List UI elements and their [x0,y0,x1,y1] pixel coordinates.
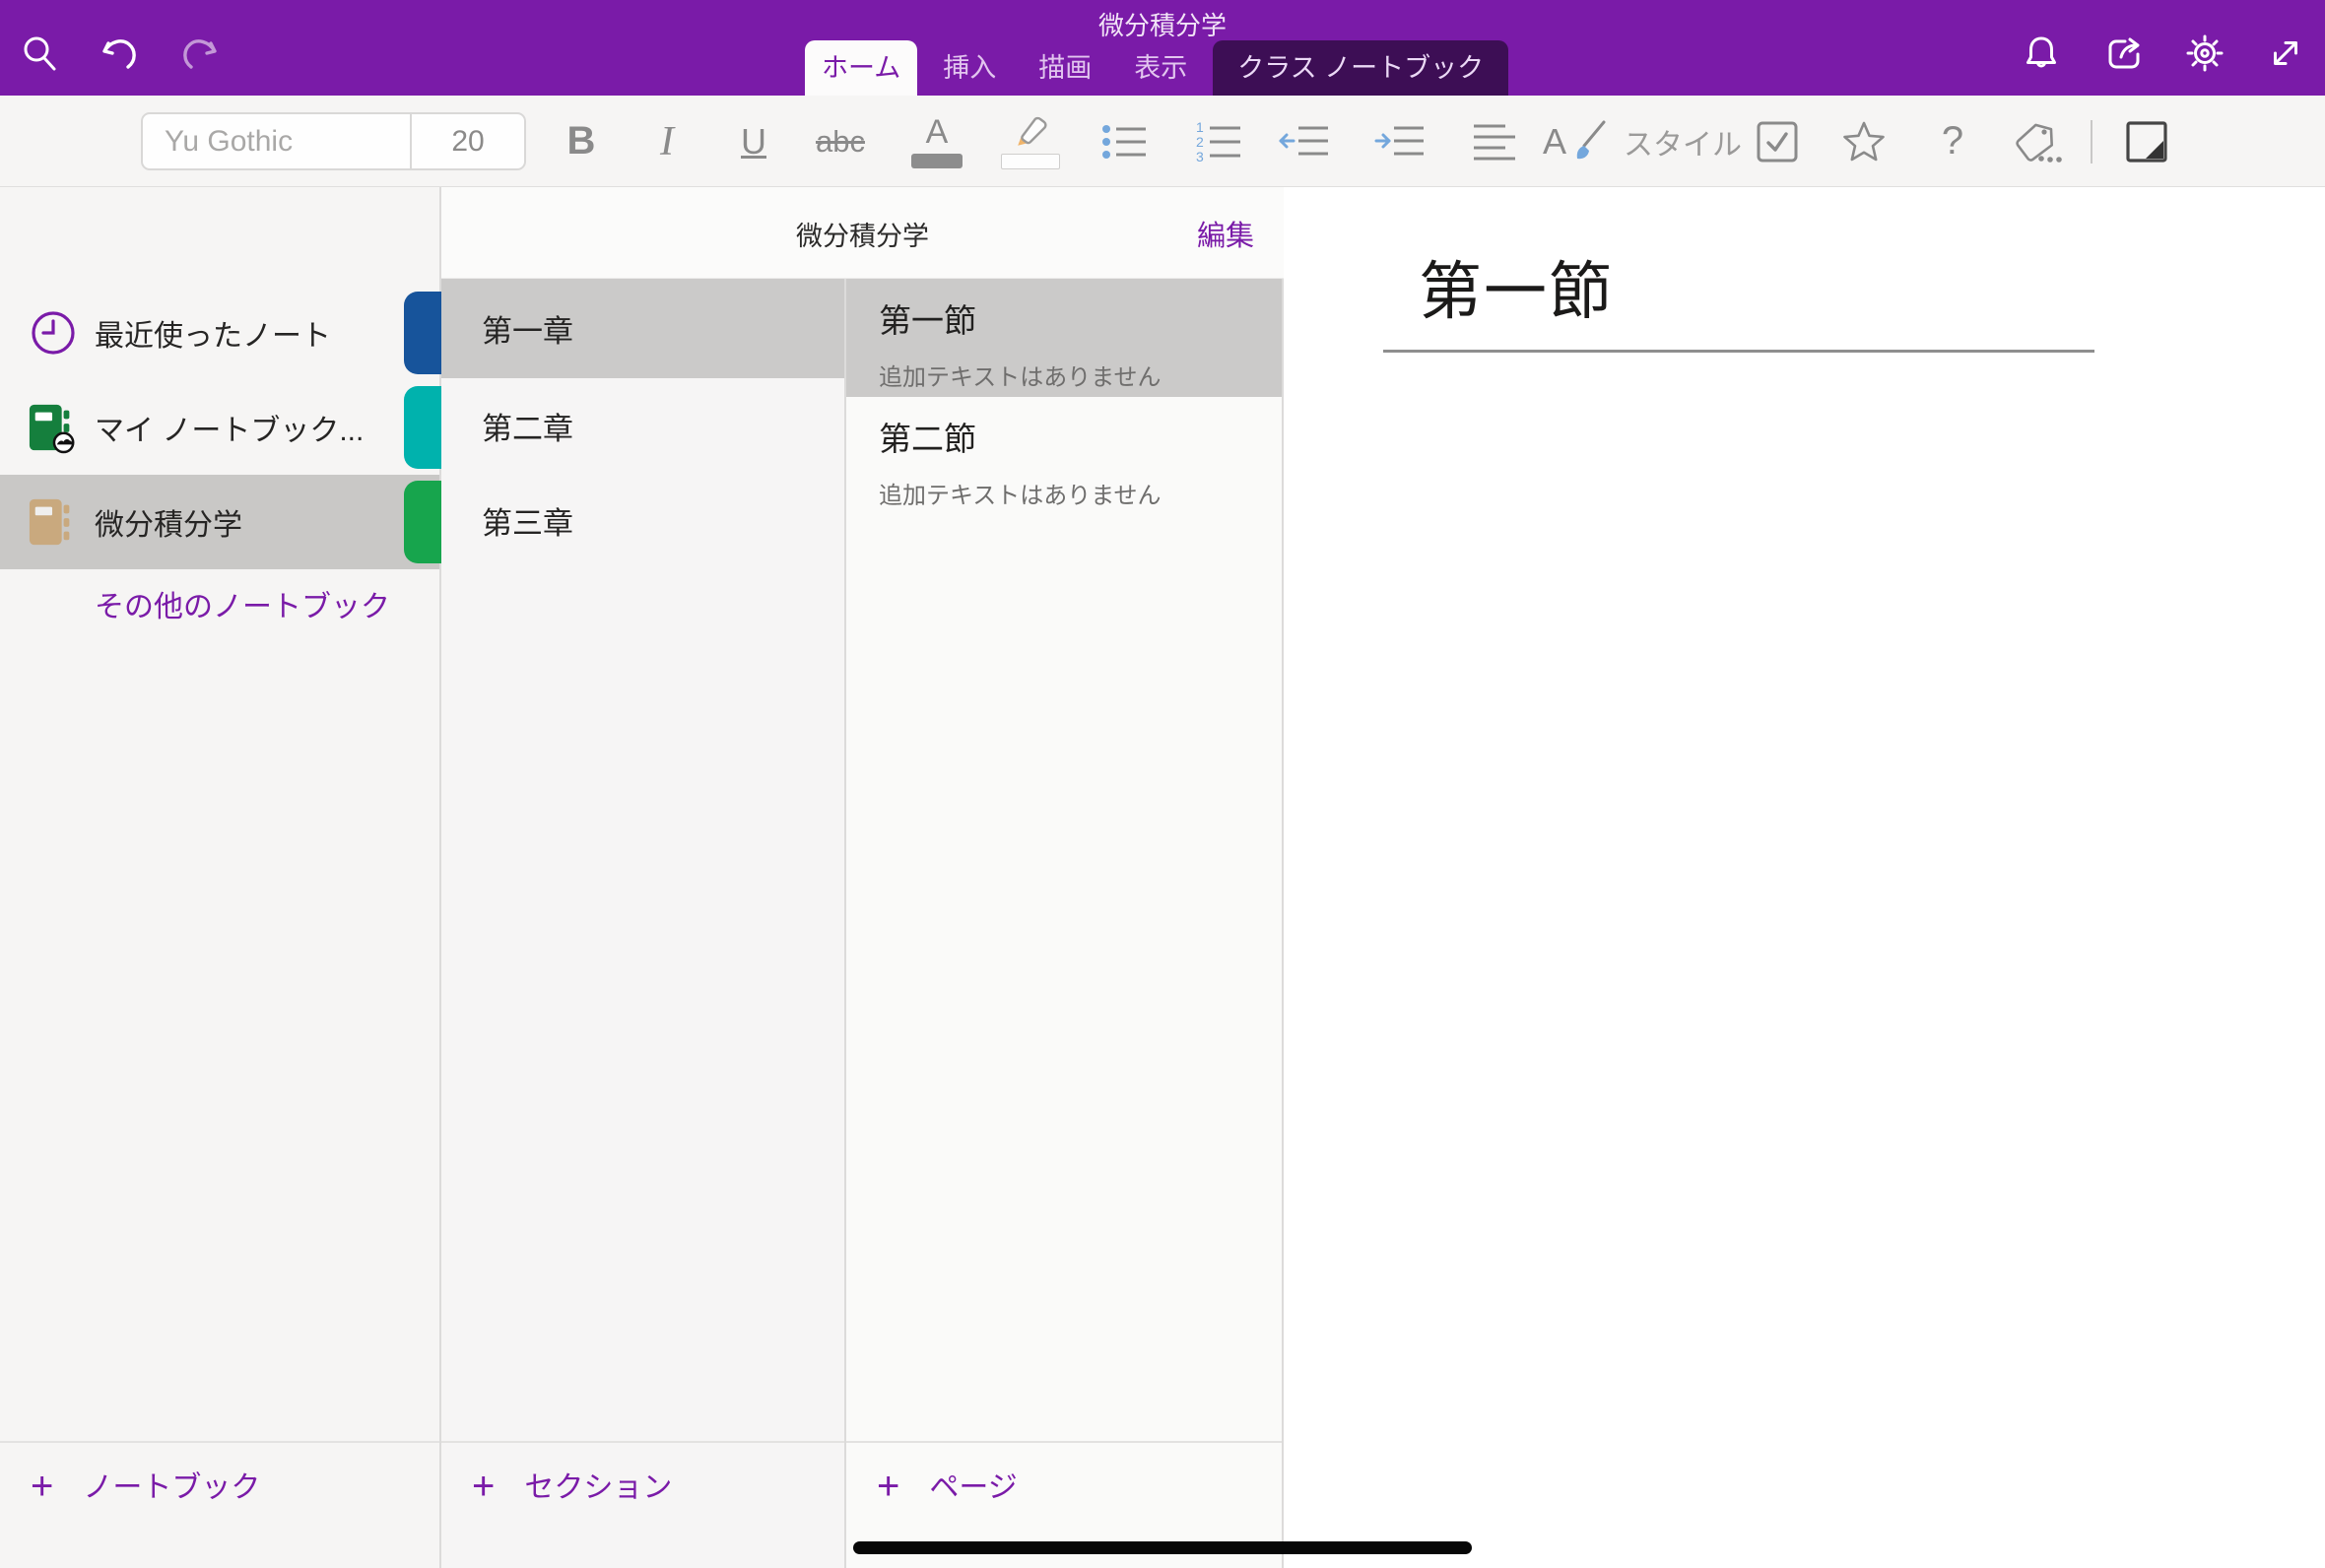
notebook-header: 微分積分学 編集 [441,187,1284,279]
plus-icon: + [31,1467,53,1506]
clock-icon [28,307,79,359]
indent-icon [1374,120,1426,163]
notebook-tab-green[interactable] [404,481,441,563]
svg-text:1: 1 [1196,119,1204,135]
page-corner-icon [2125,120,2168,163]
checkbox-icon [1756,120,1799,163]
formatting-toolbar: Yu Gothic 20 B I U abc A 123 [0,96,2325,187]
styles-button[interactable]: A スタイル [1543,112,1742,170]
italic-button[interactable]: I [639,112,695,170]
numbered-list-icon: 123 [1194,119,1243,164]
tab-home[interactable]: ホーム [805,40,917,96]
svg-text:2: 2 [1196,134,1204,150]
more-notebooks-link[interactable]: その他のノートブック [95,582,390,625]
alignment-icon [1472,120,1517,163]
font-size-select[interactable]: 20 [412,114,524,168]
ribbon-tabs: ホーム 挿入 描画 表示 クラス ノートブック [805,40,1508,96]
sidebar-item-recent-notes[interactable]: 最近使ったノート [0,286,439,380]
tab-draw[interactable]: 描画 [1022,40,1108,96]
indent-button[interactable] [1372,112,1428,170]
tag-button[interactable] [2011,112,2066,170]
edit-button[interactable]: 編集 [1197,213,1254,254]
alignment-button[interactable] [1467,112,1522,170]
sidebar-item-my-notebook[interactable]: マイ ノートブック... [0,380,439,475]
expand-icon[interactable] [2262,30,2309,77]
notebook-green-icon [28,402,79,453]
title-underline [1383,350,2094,353]
highlight-button[interactable] [1003,112,1058,170]
brush-icon [1570,120,1610,163]
page-item-2[interactable]: 第二節 追加テキストはありません [846,397,1282,515]
highlighter-icon [1001,113,1060,169]
svg-text:3: 3 [1196,149,1204,164]
notebooks-panel: 最近使ったノート マイ ノートブック... [0,187,441,1568]
document-title: 微分積分学 [0,6,2325,42]
todo-checkbox-button[interactable] [1750,112,1805,170]
pages-panel: 第一節 追加テキストはありません 第二節 追加テキストはありません + ページ [846,187,1284,1568]
page-panel-button[interactable] [2119,112,2174,170]
page-item-1[interactable]: 第一節 追加テキストはありません [846,279,1282,397]
add-notebook-button[interactable]: + ノートブック [0,1441,439,1568]
notebook-tab-blue[interactable] [404,292,441,374]
font-color-button[interactable]: A [909,112,964,170]
font-picker: Yu Gothic 20 [141,112,526,170]
plus-icon: + [472,1467,495,1506]
bullet-list-button[interactable] [1096,112,1152,170]
font-name-select[interactable]: Yu Gothic [143,114,412,168]
notebook-header-title: 微分積分学 [441,215,1284,253]
sidebar-item-calculus-notebook[interactable]: 微分積分学 [0,475,439,569]
bell-icon[interactable] [2018,30,2065,77]
gear-icon[interactable] [2181,30,2228,77]
help-button[interactable]: ? [1925,112,1980,170]
star-icon [1841,120,1887,163]
tab-view[interactable]: 表示 [1117,40,1204,96]
toolbar-divider [2091,120,2092,163]
underline-button[interactable]: U [726,112,781,170]
share-icon[interactable] [2100,30,2148,77]
numbered-list-button[interactable]: 123 [1191,112,1246,170]
outdent-button[interactable] [1277,112,1332,170]
title-bar: 微分積分学 ホーム 挿入 描画 表示 クラス ノートブック [0,0,2325,96]
styles-icon: A [1543,121,1566,163]
strikethrough-button[interactable]: abc [813,112,868,170]
notebook-tab-teal[interactable] [404,386,441,469]
notebook-tan-icon [28,496,79,548]
page-title[interactable]: 第一節 [1419,241,1614,332]
bold-button[interactable]: B [554,112,609,170]
add-section-button[interactable]: + セクション [441,1441,844,1568]
page-canvas[interactable]: 第一節 [1284,187,2325,1568]
section-item-1[interactable]: 第一章 [441,279,844,378]
plus-icon: + [877,1467,899,1506]
font-color-icon: A [911,115,963,168]
home-indicator[interactable] [853,1541,1472,1554]
section-item-3[interactable]: 第三章 [441,473,844,567]
main-area: 最近使ったノート マイ ノートブック... [0,187,2325,1568]
outdent-icon [1279,120,1330,163]
star-button[interactable] [1836,112,1892,170]
sections-panel: 第一章 第二章 第三章 + セクション [441,187,846,1568]
tab-insert[interactable]: 挿入 [926,40,1013,96]
tag-icon [2014,119,2063,164]
bullet-list-icon [1099,120,1149,163]
tab-class-notebook[interactable]: クラス ノートブック [1213,40,1508,96]
section-item-2[interactable]: 第二章 [441,378,844,473]
